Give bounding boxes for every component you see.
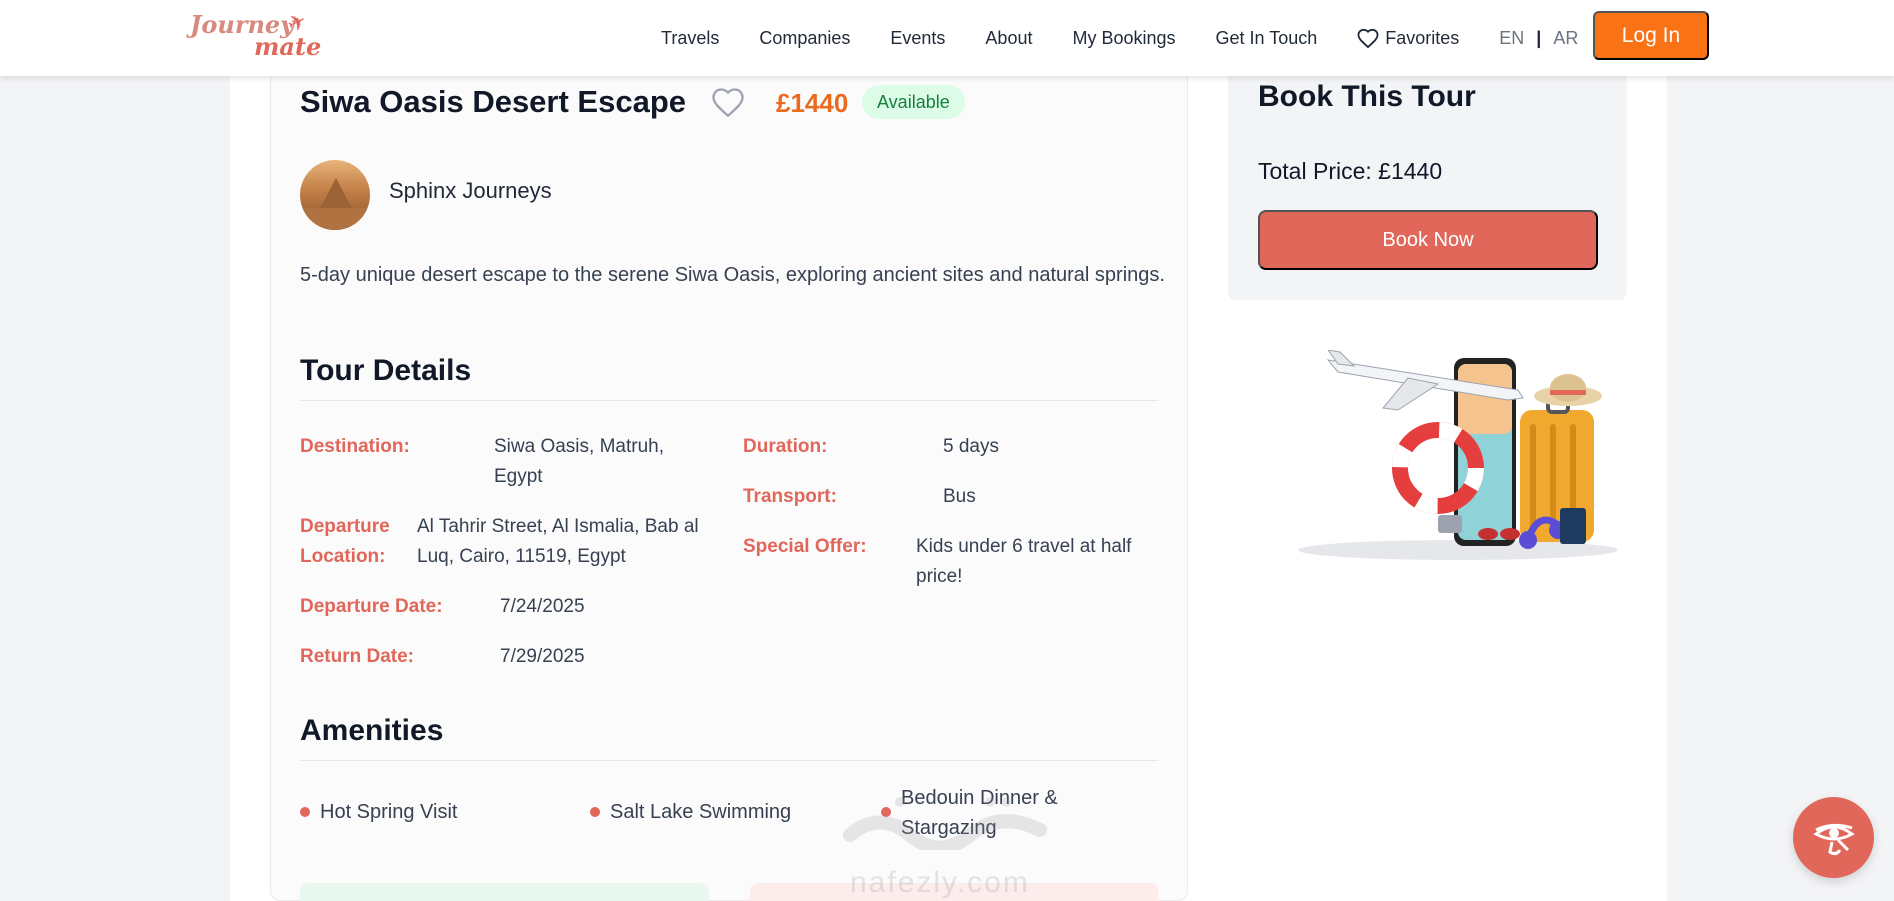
nav-favorites[interactable]: Favorites <box>1357 28 1459 49</box>
main-nav: Travels Companies Events About My Bookin… <box>661 0 1578 76</box>
journeymate-logo[interactable]: Journey ✈ mate <box>188 7 322 61</box>
travel-illustration <box>1258 349 1628 565</box>
company-avatar[interactable] <box>300 160 370 230</box>
return-date-label: Return Date: <box>300 646 415 667</box>
destination-label: Destination: <box>300 436 410 457</box>
transport-value: Bus <box>943 486 976 507</box>
book-now-button[interactable]: Book Now <box>1258 210 1598 270</box>
logo-text-mate: mate <box>254 32 322 61</box>
eye-of-horus-icon <box>1812 823 1855 855</box>
lang-ar[interactable]: AR <box>1553 28 1578 49</box>
nav-favorites-label: Favorites <box>1385 27 1460 48</box>
divider <box>300 400 1158 401</box>
transport-label: Transport: <box>743 486 837 507</box>
nav-about[interactable]: About <box>985 28 1032 49</box>
nav-my-bookings[interactable]: My Bookings <box>1072 28 1175 49</box>
watermark-text: nafezly.com <box>850 866 1030 899</box>
language-switcher: EN | AR <box>1499 28 1578 49</box>
availability-badge: Available <box>862 85 965 119</box>
lang-en[interactable]: EN <box>1499 28 1524 49</box>
avatar-ground <box>300 208 370 230</box>
nav-companies[interactable]: Companies <box>759 28 850 49</box>
tour-price: £1440 <box>776 88 849 118</box>
bullet-dot-icon <box>590 807 600 817</box>
return-date-value: 7/29/2025 <box>500 646 585 667</box>
departure-location-value: Al Tahrir Street, Al Ismalia, Bab al Luq… <box>417 516 699 567</box>
duration-label: Duration: <box>743 436 828 457</box>
nav-travels[interactable]: Travels <box>661 28 719 49</box>
heart-icon <box>1357 28 1379 48</box>
amenity-label: Salt Lake Swimming <box>610 801 792 823</box>
login-button[interactable]: Log In <box>1593 11 1709 60</box>
navbar: Journey ✈ mate Travels Companies Events … <box>0 0 1894 76</box>
company-name[interactable]: Sphinx Journeys <box>389 178 552 204</box>
booking-heading: Book This Tour <box>1258 80 1476 113</box>
nav-events[interactable]: Events <box>890 28 945 49</box>
departure-date-label: Departure Date: <box>300 596 443 617</box>
duration-value: 5 days <box>943 436 999 457</box>
amenity-label: Hot Spring Visit <box>320 801 458 823</box>
favorite-heart-icon[interactable] <box>710 86 746 118</box>
tour-title: Siwa Oasis Desert Escape <box>300 84 687 119</box>
bullet-dot-icon <box>300 807 310 817</box>
amenity-item: Salt Lake Swimming <box>590 797 791 827</box>
departure-date-value: 7/24/2025 <box>500 596 585 617</box>
destination-value: Siwa Oasis, Matruh, Egypt <box>494 436 664 487</box>
divider <box>300 760 1158 761</box>
tour-description: 5-day unique desert escape to the serene… <box>300 264 1165 286</box>
total-price: Total Price: £1440 <box>1258 158 1443 184</box>
watermark-logo <box>840 790 1060 855</box>
tour-details-heading: Tour Details <box>300 354 472 387</box>
sphinx-image <box>318 178 354 212</box>
special-offer-label: Special Offer: <box>743 536 867 557</box>
amenity-item: Hot Spring Visit <box>300 797 457 827</box>
lang-separator: | <box>1536 27 1542 48</box>
floating-assistant-button[interactable] <box>1793 797 1874 878</box>
special-offer-value: Kids under 6 travel at half price! <box>916 536 1132 587</box>
amenities-heading: Amenities <box>300 714 444 747</box>
info-box-green <box>300 883 709 901</box>
departure-location-label: Departure Location: <box>300 516 390 567</box>
nav-get-in-touch[interactable]: Get In Touch <box>1216 28 1318 49</box>
